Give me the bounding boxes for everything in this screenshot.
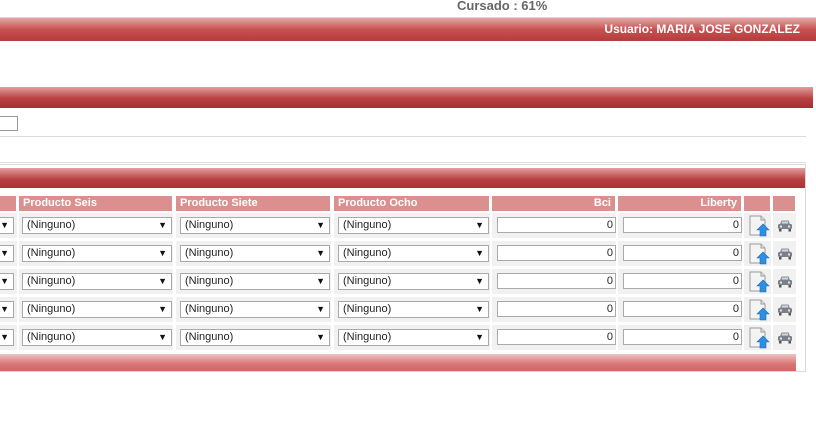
upload-document-icon[interactable]: [748, 271, 770, 293]
chevron-down-icon: ▼: [0, 276, 9, 286]
column-header-producto-seis: Producto Seis: [19, 196, 172, 211]
producto-seis-select[interactable]: (Ninguno) ▼: [22, 217, 172, 234]
bci-input[interactable]: 0: [497, 273, 616, 289]
filter-input[interactable]: [0, 116, 18, 131]
bci-input[interactable]: 0: [497, 329, 616, 345]
producto-ocho-select[interactable]: (Ninguno) ▼: [338, 245, 489, 262]
prev-column-select[interactable]: ▼: [0, 301, 14, 318]
bci-input[interactable]: 0: [497, 301, 616, 317]
chevron-down-icon: ▼: [0, 248, 9, 258]
column-header-vehicle: [773, 196, 795, 211]
upload-document-icon[interactable]: [748, 243, 770, 265]
chevron-down-icon: ▼: [316, 248, 325, 258]
chevron-down-icon: ▼: [316, 220, 325, 230]
chevron-down-icon: ▼: [158, 248, 167, 258]
chevron-down-icon: ▼: [0, 304, 9, 314]
grid-title-bar: [0, 168, 805, 188]
column-header-prev: [0, 196, 16, 211]
producto-seis-select[interactable]: (Ninguno) ▼: [22, 301, 172, 318]
column-header-liberty: Liberty: [618, 196, 741, 211]
upload-document-icon[interactable]: [748, 299, 770, 321]
select-value: (Ninguno): [343, 275, 392, 287]
liberty-input[interactable]: 0: [623, 329, 742, 345]
car-icon[interactable]: [777, 331, 793, 345]
prev-column-select[interactable]: ▼: [0, 217, 14, 234]
select-value: (Ninguno): [27, 275, 76, 287]
select-value: (Ninguno): [343, 247, 392, 259]
liberty-input[interactable]: 0: [623, 217, 742, 233]
chevron-down-icon: ▼: [475, 304, 484, 314]
producto-siete-select[interactable]: (Ninguno) ▼: [180, 217, 330, 234]
chevron-down-icon: ▼: [316, 276, 325, 286]
user-label: Usuario: MARIA JOSE GONZALEZ: [604, 22, 800, 36]
car-icon[interactable]: [777, 247, 793, 261]
chevron-down-icon: ▼: [475, 248, 484, 258]
chevron-down-icon: ▼: [0, 220, 9, 230]
chevron-down-icon: ▼: [475, 220, 484, 230]
chevron-down-icon: ▼: [475, 276, 484, 286]
select-value: (Ninguno): [27, 303, 76, 315]
column-header-upload: [744, 196, 770, 211]
producto-siete-select[interactable]: (Ninguno) ▼: [180, 245, 330, 262]
producto-siete-select[interactable]: (Ninguno) ▼: [180, 273, 330, 290]
chevron-down-icon: ▼: [0, 332, 9, 342]
bci-input[interactable]: 0: [497, 217, 616, 233]
prev-column-select[interactable]: ▼: [0, 329, 14, 346]
select-value: (Ninguno): [343, 303, 392, 315]
chevron-down-icon: ▼: [475, 332, 484, 342]
select-value: (Ninguno): [27, 331, 76, 343]
select-value: (Ninguno): [343, 331, 392, 343]
grid-footer-bar: [0, 354, 796, 371]
liberty-input[interactable]: 0: [623, 245, 742, 261]
select-value: (Ninguno): [27, 247, 76, 259]
producto-ocho-select[interactable]: (Ninguno) ▼: [338, 273, 489, 290]
column-header-producto-siete: Producto Siete: [176, 196, 330, 211]
car-icon[interactable]: [777, 219, 793, 233]
producto-ocho-select[interactable]: (Ninguno) ▼: [338, 329, 489, 346]
car-icon[interactable]: [777, 275, 793, 289]
producto-seis-select[interactable]: (Ninguno) ▼: [22, 273, 172, 290]
chevron-down-icon: ▼: [158, 276, 167, 286]
select-value: (Ninguno): [343, 219, 392, 231]
chevron-down-icon: ▼: [158, 304, 167, 314]
car-icon[interactable]: [777, 303, 793, 317]
chevron-down-icon: ▼: [158, 332, 167, 342]
upload-document-icon[interactable]: [748, 215, 770, 237]
column-header-producto-ocho: Producto Ocho: [334, 196, 489, 211]
producto-ocho-select[interactable]: (Ninguno) ▼: [338, 301, 489, 318]
chevron-down-icon: ▼: [158, 220, 167, 230]
chevron-down-icon: ▼: [316, 332, 325, 342]
select-value: (Ninguno): [185, 219, 234, 231]
upload-document-icon[interactable]: [748, 327, 770, 349]
chevron-down-icon: ▼: [316, 304, 325, 314]
prev-column-select[interactable]: ▼: [0, 245, 14, 262]
producto-seis-select[interactable]: (Ninguno) ▼: [22, 245, 172, 262]
producto-seis-select[interactable]: (Ninguno) ▼: [22, 329, 172, 346]
progress-label: Cursado : 61%: [457, 0, 548, 13]
producto-siete-select[interactable]: (Ninguno) ▼: [180, 329, 330, 346]
producto-siete-select[interactable]: (Ninguno) ▼: [180, 301, 330, 318]
liberty-input[interactable]: 0: [623, 301, 742, 317]
section-header-bar: [0, 87, 813, 108]
divider: [0, 136, 806, 137]
select-value: (Ninguno): [185, 303, 234, 315]
bci-input[interactable]: 0: [497, 245, 616, 261]
producto-ocho-select[interactable]: (Ninguno) ▼: [338, 217, 489, 234]
select-value: (Ninguno): [185, 247, 234, 259]
liberty-input[interactable]: 0: [623, 273, 742, 289]
select-value: (Ninguno): [185, 331, 234, 343]
select-value: (Ninguno): [27, 219, 76, 231]
select-value: (Ninguno): [185, 275, 234, 287]
divider: [0, 162, 806, 163]
column-header-bci: Bci: [492, 196, 615, 211]
prev-column-select[interactable]: ▼: [0, 273, 14, 290]
progress-text: Cursado : 61%: [0, 0, 816, 13]
user-bar: Usuario: MARIA JOSE GONZALEZ: [0, 17, 816, 41]
